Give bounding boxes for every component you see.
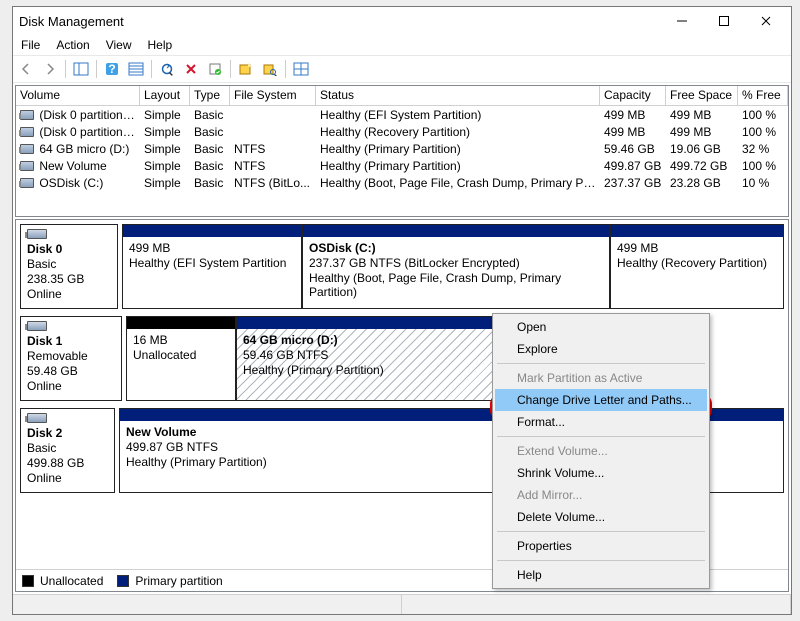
col-type[interactable]: Type	[190, 86, 230, 106]
window-title: Disk Management	[19, 14, 124, 29]
col-volume[interactable]: Volume	[16, 86, 140, 106]
volume-list[interactable]: Volume Layout Type File System Status Ca…	[15, 85, 789, 217]
disk-info[interactable]: Disk 1Removable59.48 GBOnline	[20, 316, 122, 401]
toolbar: ?	[13, 55, 791, 83]
disk-info[interactable]: Disk 2Basic499.88 GBOnline	[20, 408, 115, 493]
ctx-change-drive-letter[interactable]: Change Drive Letter and Paths...	[495, 389, 707, 411]
legend-primary: Primary partition	[135, 574, 222, 588]
ctx-shrink[interactable]: Shrink Volume...	[495, 462, 707, 484]
col-free-space[interactable]: Free Space	[666, 86, 738, 106]
disk-icon	[27, 229, 47, 239]
maximize-button[interactable]	[703, 7, 745, 35]
svg-text:?: ?	[108, 62, 115, 76]
partition[interactable]: OSDisk (C:)237.37 GB NTFS (BitLocker Enc…	[302, 224, 610, 309]
forward-button[interactable]	[39, 58, 61, 80]
back-button[interactable]	[15, 58, 37, 80]
legend-unallocated-swatch	[22, 575, 34, 587]
minimize-button[interactable]	[661, 7, 703, 35]
col-capacity[interactable]: Capacity	[600, 86, 666, 106]
col-status[interactable]: Status	[316, 86, 600, 106]
close-button[interactable]	[745, 7, 787, 35]
rescan-disks-icon[interactable]	[259, 58, 281, 80]
ctx-add-mirror: Add Mirror...	[495, 484, 707, 506]
help-icon[interactable]: ?	[101, 58, 123, 80]
disk-row: Disk 0Basic238.35 GBOnline499 MBHealthy …	[20, 224, 784, 310]
partition-context-menu: Open Explore Mark Partition as Active Ch…	[492, 313, 710, 589]
volume-row[interactable]: (Disk 0 partition 1)SimpleBasicHealthy (…	[16, 106, 788, 123]
show-hide-tree-button[interactable]	[70, 58, 92, 80]
ctx-properties[interactable]: Properties	[495, 535, 707, 557]
col-filesystem[interactable]: File System	[230, 86, 316, 106]
col-layout[interactable]: Layout	[140, 86, 190, 106]
volume-row[interactable]: New VolumeSimpleBasicNTFSHealthy (Primar…	[16, 157, 788, 174]
new-simple-volume-icon[interactable]	[235, 58, 257, 80]
menu-action[interactable]: Action	[56, 38, 89, 52]
grid-view-icon[interactable]	[290, 58, 312, 80]
list-view-button[interactable]	[125, 58, 147, 80]
partition[interactable]: 499 MBHealthy (EFI System Partition	[122, 224, 302, 309]
titlebar: Disk Management	[13, 7, 791, 35]
volume-row[interactable]: OSDisk (C:)SimpleBasicNTFS (BitLo...Heal…	[16, 174, 788, 191]
legend-unallocated: Unallocated	[40, 574, 103, 588]
menu-bar: File Action View Help	[13, 35, 791, 55]
volume-list-header: Volume Layout Type File System Status Ca…	[16, 86, 788, 106]
status-bar	[13, 594, 791, 614]
delete-icon[interactable]	[180, 58, 202, 80]
refresh-icon[interactable]	[156, 58, 178, 80]
ctx-extend: Extend Volume...	[495, 440, 707, 462]
ctx-format[interactable]: Format...	[495, 411, 707, 433]
volume-row[interactable]: 64 GB micro (D:)SimpleBasicNTFSHealthy (…	[16, 140, 788, 157]
disk-info[interactable]: Disk 0Basic238.35 GBOnline	[20, 224, 118, 309]
ctx-open[interactable]: Open	[495, 316, 707, 338]
menu-view[interactable]: View	[106, 38, 132, 52]
partition[interactable]: 499 MBHealthy (Recovery Partition)	[610, 224, 784, 309]
legend-primary-swatch	[117, 575, 129, 587]
properties-icon[interactable]	[204, 58, 226, 80]
volume-row[interactable]: (Disk 0 partition 4)SimpleBasicHealthy (…	[16, 123, 788, 140]
ctx-mark-active: Mark Partition as Active	[495, 367, 707, 389]
ctx-delete[interactable]: Delete Volume...	[495, 506, 707, 528]
ctx-help[interactable]: Help	[495, 564, 707, 586]
menu-file[interactable]: File	[21, 38, 40, 52]
menu-help[interactable]: Help	[148, 38, 173, 52]
disk-icon	[27, 321, 47, 331]
disk-icon	[27, 413, 47, 423]
col-pct-free[interactable]: % Free	[738, 86, 788, 106]
unallocated-space[interactable]: 16 MBUnallocated	[126, 316, 236, 401]
ctx-explore[interactable]: Explore	[495, 338, 707, 360]
